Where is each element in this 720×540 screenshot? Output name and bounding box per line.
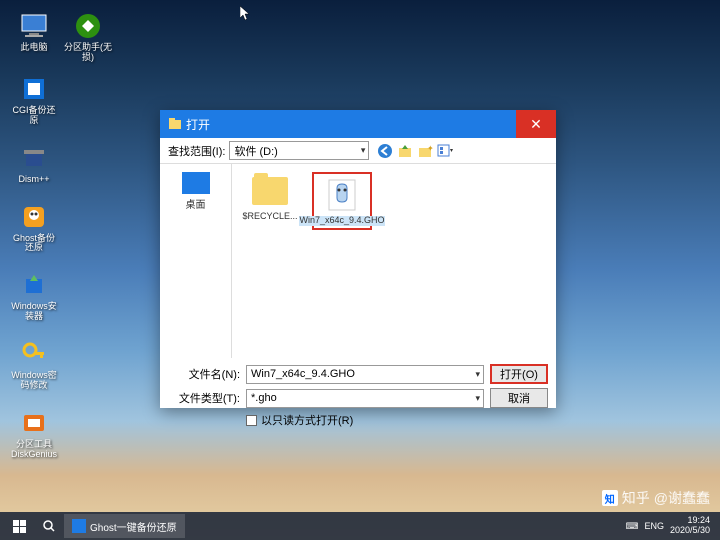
back-icon[interactable] — [377, 143, 393, 159]
diskgenius-icon — [18, 407, 50, 439]
titlebar[interactable]: 打开 ✕ — [160, 110, 556, 138]
desktop-icons: 此电脑 分区助手(无损) CGI备份还原 Dism++ Ghost备份还原 Wi… — [10, 10, 58, 460]
newfolder-icon[interactable]: ✦ — [417, 143, 433, 159]
viewmode-icon[interactable] — [437, 143, 453, 159]
file-gho-selected[interactable]: Win7_x64c_9.4.GHO — [312, 172, 372, 230]
cgi-icon — [18, 73, 50, 105]
tray-keyboard-icon[interactable]: ⌨ — [625, 521, 638, 532]
bottom-pane: 文件名(N): Win7_x64c_9.4.GHO 打开(O) 文件类型(T):… — [160, 358, 556, 434]
desktop-icon-diskgenius[interactable]: 分区工具DiskGenius — [10, 407, 58, 460]
install-icon — [18, 269, 50, 301]
windows-icon — [13, 520, 26, 533]
desktop-icon-wininstall[interactable]: Windows安装器 — [10, 269, 58, 322]
filetype-dropdown[interactable]: *.gho — [246, 389, 484, 408]
desktop-icon-partition[interactable]: 分区助手(无损) — [64, 10, 112, 63]
close-button[interactable]: ✕ — [516, 110, 556, 138]
taskbar: Ghost一键备份还原 ⌨ ENG 19:24 2020/5/30 — [0, 512, 720, 540]
location-label: 查找范围(I): — [168, 143, 225, 159]
gho-file-icon — [323, 176, 361, 214]
tray-lang[interactable]: ENG — [644, 521, 664, 531]
svg-text:✦: ✦ — [427, 144, 433, 153]
toolbar: 查找范围(I): 软件 (D:) ✦ — [160, 138, 556, 164]
sidebar: 桌面 — [160, 164, 232, 358]
zhihu-icon: 知 — [602, 490, 618, 506]
tray-clock[interactable]: 19:24 2020/5/30 — [670, 516, 710, 536]
desktop-icon-this-pc[interactable]: 此电脑 — [10, 10, 58, 53]
watermark: 知 知乎 @谢蠢蠢 — [602, 488, 710, 508]
taskbar-search[interactable] — [34, 514, 64, 538]
desktop-icon-winpwd[interactable]: Windows密码修改 — [10, 338, 58, 391]
open-button[interactable]: 打开(O) — [490, 364, 548, 384]
desktop-icon-ghost[interactable]: Ghost备份还原 — [10, 201, 58, 254]
location-dropdown[interactable]: 软件 (D:) — [229, 141, 369, 160]
desktop-icon-dism[interactable]: Dism++ — [10, 142, 58, 185]
start-button[interactable] — [4, 512, 34, 540]
file-area[interactable]: $RECYCLE... Win7_x64c_9.4.GHO — [232, 164, 556, 358]
dialog-title: 打开 — [186, 116, 516, 133]
key-icon — [18, 338, 50, 370]
readonly-checkbox[interactable] — [246, 415, 257, 426]
open-dialog: 打开 ✕ 查找范围(I): 软件 (D:) ✦ 桌面 $RECYCLE... — [160, 110, 556, 408]
system-tray: ⌨ ENG 19:24 2020/5/30 — [625, 516, 716, 536]
desktop-icon-cgi[interactable]: CGI备份还原 — [10, 73, 58, 126]
pc-icon — [18, 10, 50, 42]
cancel-button[interactable]: 取消 — [490, 388, 548, 408]
dialog-icon — [168, 117, 182, 131]
dism-icon — [18, 142, 50, 174]
filetype-label: 文件类型(T): — [168, 390, 240, 406]
folder-icon — [252, 177, 288, 205]
partition-icon — [72, 10, 104, 42]
ghost-app-icon — [72, 519, 86, 533]
file-recycle[interactable]: $RECYCLE... — [240, 172, 300, 222]
mouse-cursor — [240, 6, 252, 22]
taskbar-app-ghost[interactable]: Ghost一键备份还原 — [64, 514, 185, 538]
readonly-label: 以只读方式打开(R) — [261, 412, 353, 428]
up-icon[interactable] — [397, 143, 413, 159]
sidebar-desktop[interactable]: 桌面 — [182, 172, 210, 211]
ghost-icon — [18, 201, 50, 233]
main-area: 桌面 $RECYCLE... Win7_x64c_9.4.GHO — [160, 164, 556, 358]
filename-label: 文件名(N): — [168, 366, 240, 382]
desktop-folder-icon — [182, 172, 210, 194]
filename-input[interactable]: Win7_x64c_9.4.GHO — [246, 365, 484, 384]
